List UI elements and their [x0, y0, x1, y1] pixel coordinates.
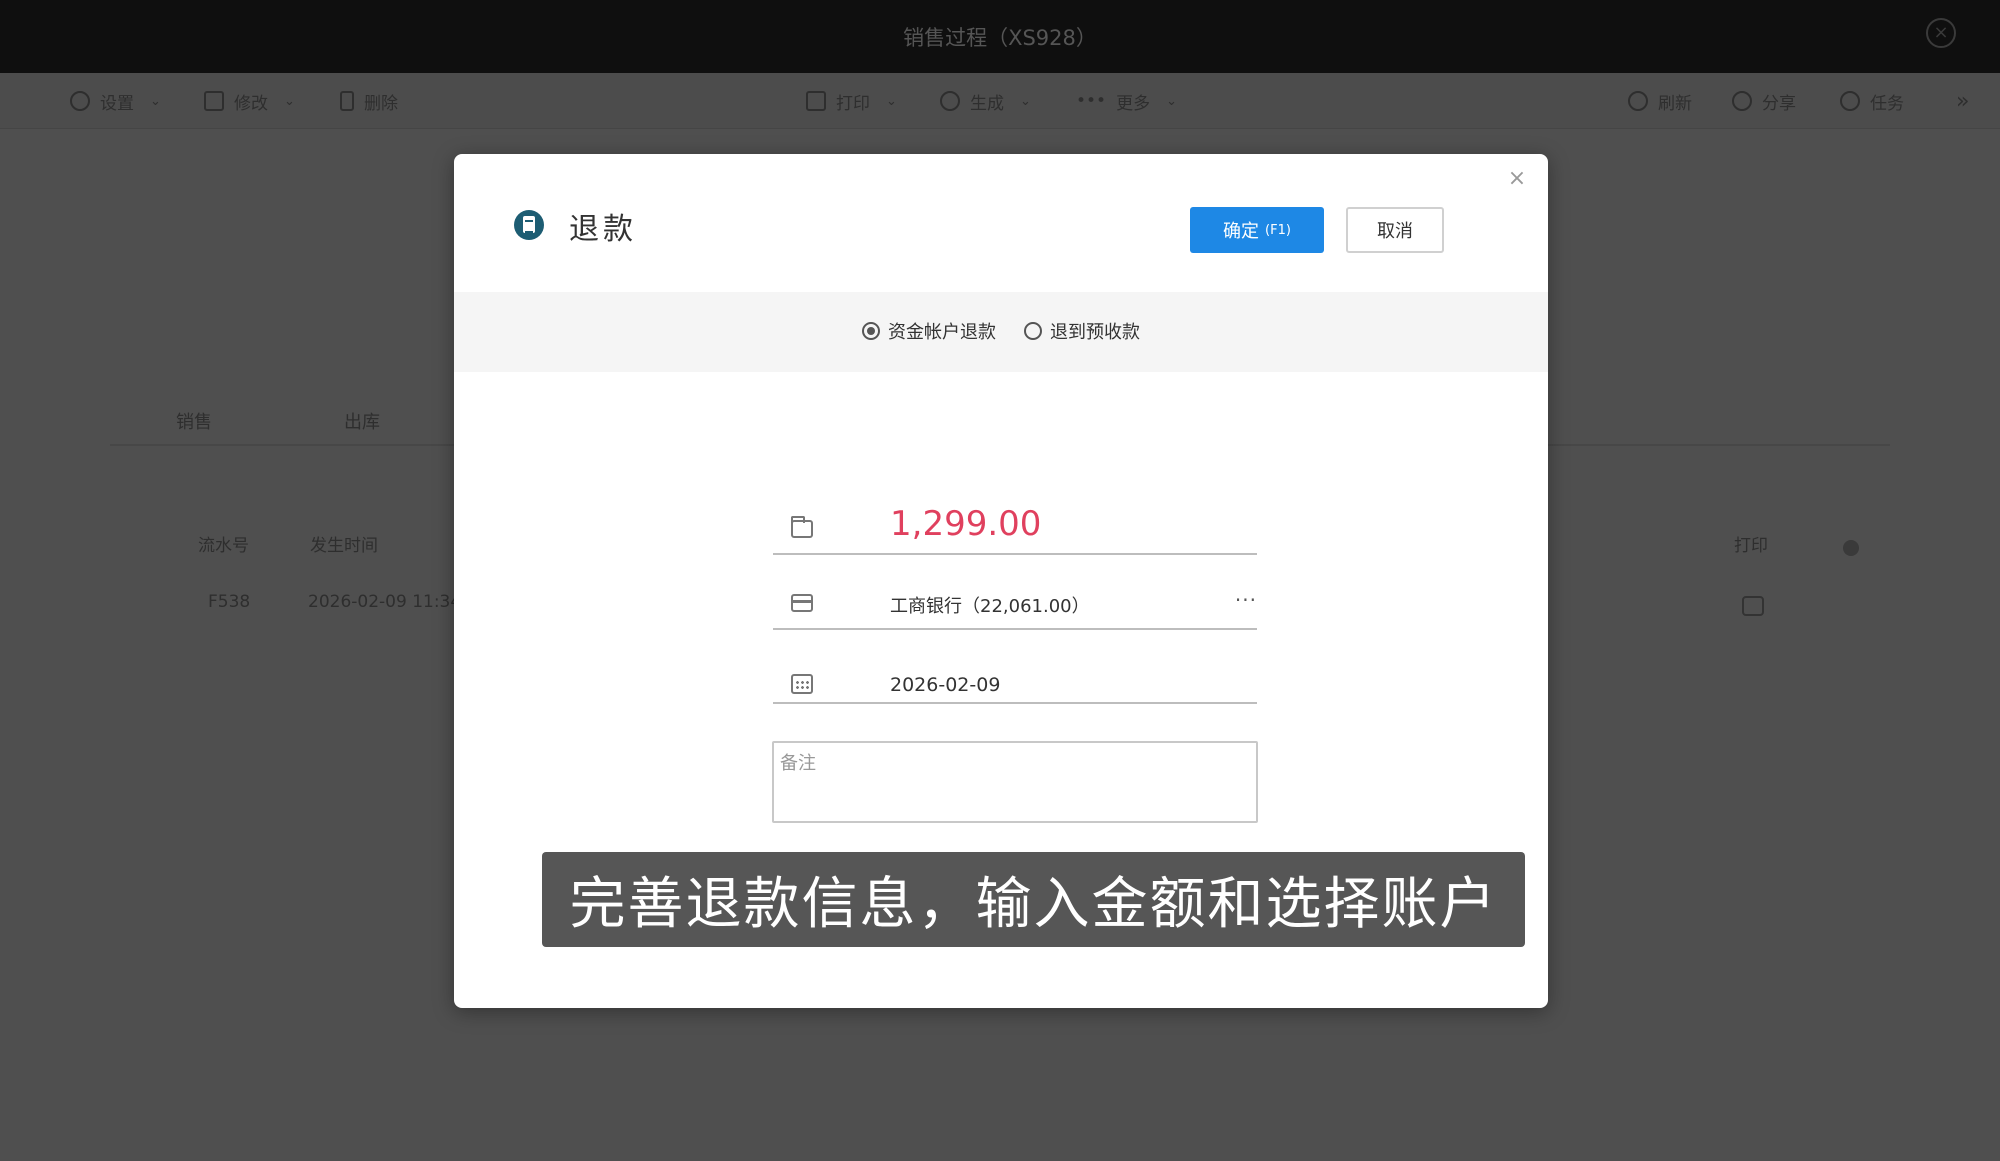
- delete-button[interactable]: 删除: [340, 89, 398, 114]
- expand-icon[interactable]: »: [1956, 89, 1969, 114]
- wallet-icon: [791, 516, 813, 538]
- window-titlebar: 销售过程（XS928） ×: [0, 0, 2000, 73]
- tab-outbound[interactable]: 出库: [344, 408, 380, 434]
- cancel-button[interactable]: 取消: [1346, 207, 1444, 253]
- printer-icon: [806, 91, 826, 111]
- window-title: 销售过程（XS928）: [903, 26, 1097, 50]
- refund-type-radio-group: 资金帐户退款 退到预收款: [454, 318, 1548, 344]
- close-icon[interactable]: ×: [1504, 166, 1530, 192]
- chevron-down-icon: ⌄: [1020, 93, 1031, 109]
- refresh-icon: [1628, 91, 1648, 111]
- edit-icon: [204, 91, 224, 111]
- refresh-label: 刷新: [1658, 93, 1692, 114]
- ellipsis-icon: •••: [1076, 91, 1107, 111]
- chat-bubble-icon: [1732, 91, 1752, 111]
- toolbar: 设置 ⌄ 修改 ⌄ 删除 打印 ⌄ 生成 ⌄ ••• 更多 ⌄ 刷新 分享 任务…: [0, 73, 2000, 129]
- date-field[interactable]: 2026-02-09: [773, 640, 1257, 704]
- chevron-down-icon: ⌄: [284, 93, 295, 109]
- account-field[interactable]: 工商银行（22,061.00） ···: [773, 564, 1257, 630]
- share-label: 分享: [1762, 93, 1796, 114]
- confirm-button[interactable]: 确定 (F1): [1190, 207, 1324, 253]
- radio-prepayment[interactable]: 退到预收款: [1024, 318, 1140, 344]
- delete-label: 删除: [364, 93, 398, 114]
- check-circle-icon: [1840, 91, 1860, 111]
- header-serial: 流水号: [198, 536, 249, 556]
- radio-fund-account[interactable]: 资金帐户退款: [862, 318, 996, 344]
- confirm-shortcut-hint: (F1): [1265, 222, 1291, 238]
- tab-sales[interactable]: 销售: [176, 408, 212, 434]
- generate-button[interactable]: 生成 ⌄: [940, 89, 1031, 114]
- print-button[interactable]: 打印 ⌄: [806, 89, 897, 114]
- chevron-down-icon: ⌄: [886, 93, 897, 109]
- refresh-button[interactable]: 刷新: [1628, 89, 1692, 114]
- share-button[interactable]: 分享: [1732, 89, 1796, 114]
- date-value[interactable]: 2026-02-09: [890, 674, 1000, 696]
- document-icon: [514, 210, 544, 240]
- more-button[interactable]: ••• 更多 ⌄: [1076, 89, 1177, 114]
- header-time: 发生时间: [310, 536, 378, 556]
- header-print: 打印: [1734, 536, 1768, 556]
- radio-fund-account-label: 资金帐户退款: [888, 322, 996, 343]
- edit-label: 修改: [234, 93, 268, 114]
- gear-icon: [70, 91, 90, 111]
- confirm-label: 确定: [1223, 221, 1260, 242]
- radio-unchecked-icon[interactable]: [1024, 322, 1042, 340]
- task-button[interactable]: 任务: [1840, 89, 1904, 114]
- amount-value[interactable]: 1,299.00: [890, 504, 1041, 544]
- settings-dot-icon[interactable]: [1843, 540, 1859, 556]
- row-time: 2026-02-09 11:34: [308, 592, 454, 612]
- calendar-icon: [791, 674, 813, 694]
- chevron-down-icon: ⌄: [150, 93, 161, 109]
- settings-label: 设置: [100, 93, 134, 114]
- edit-button[interactable]: 修改 ⌄: [204, 89, 295, 114]
- amount-field[interactable]: 1,299.00: [773, 484, 1257, 555]
- account-more-icon[interactable]: ···: [1235, 588, 1257, 612]
- more-label: 更多: [1116, 93, 1151, 114]
- generate-label: 生成: [970, 93, 1004, 114]
- subtitle-caption: 完善退款信息，输入金额和选择账户: [542, 852, 1525, 947]
- credit-card-icon: [791, 594, 813, 612]
- chevron-down-icon: ⌄: [1166, 93, 1177, 109]
- task-label: 任务: [1870, 93, 1904, 114]
- print-label: 打印: [836, 93, 870, 114]
- row-serial: F538: [208, 592, 251, 612]
- dialog-title: 退款: [569, 212, 637, 247]
- remark-input[interactable]: [772, 741, 1258, 823]
- plus-circle-icon: [940, 91, 960, 111]
- radio-checked-icon[interactable]: [862, 322, 880, 340]
- trash-icon: [340, 91, 354, 111]
- window-close-icon[interactable]: ×: [1926, 18, 1956, 48]
- row-printer-icon[interactable]: [1742, 596, 1764, 616]
- settings-button[interactable]: 设置 ⌄: [70, 89, 161, 114]
- radio-prepayment-label: 退到预收款: [1050, 322, 1140, 343]
- account-value[interactable]: 工商银行（22,061.00）: [890, 592, 1090, 618]
- refund-type-band: 资金帐户退款 退到预收款: [454, 292, 1548, 372]
